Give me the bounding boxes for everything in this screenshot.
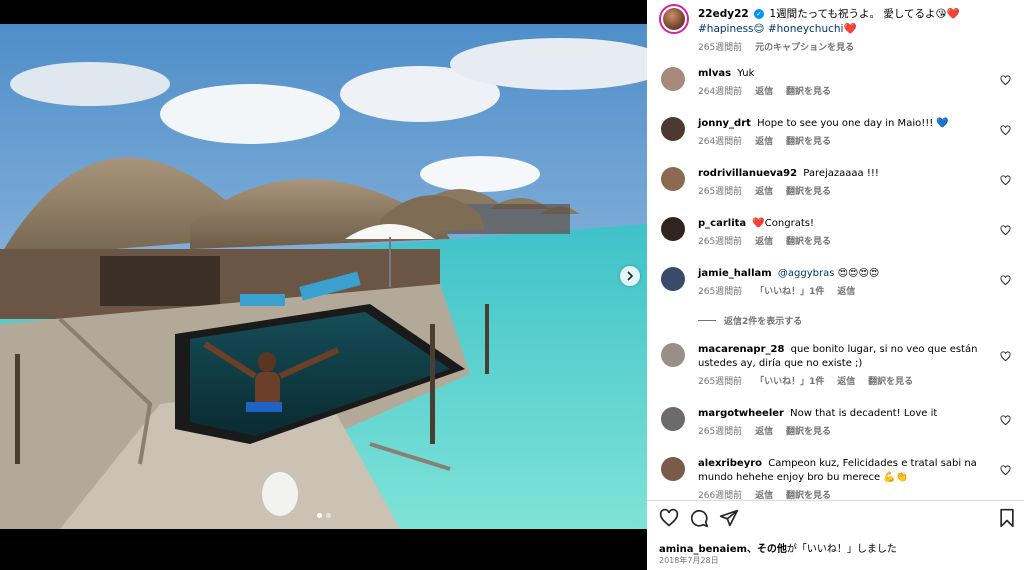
heart-icon [659,508,679,527]
avatar[interactable] [661,407,685,431]
see-translation-link[interactable]: 翻訳を見る [786,237,831,247]
likes-count-link[interactable]: 「いいね！」1件 [755,287,824,297]
action-bar [659,508,1017,530]
reply-button[interactable]: 返信 [755,187,773,197]
comment-text: Hope to see you one day in Maio!!! 💙 [757,118,949,129]
avatar[interactable] [661,167,685,191]
carousel-dot [316,513,322,518]
comment-time: 264週間前 [698,137,743,147]
reply-button[interactable]: 返信 [755,427,773,437]
side-panel: 22edy22 ✓ 1週間たっても祝うよ。 愛してるよ😘❤️ #hapiness… [647,0,1024,570]
carousel-dot [325,513,331,518]
comment-text: Yuk [737,68,755,79]
bookmark-icon [1000,508,1014,528]
save-button[interactable] [997,508,1017,528]
comment-like-button[interactable] [1000,461,1011,476]
comment-like-button[interactable] [1000,411,1011,426]
verified-icon: ✓ [754,9,765,19]
comment-username[interactable]: macarenapr_28 [698,344,784,355]
see-translation-link[interactable]: 翻訳を見る [786,137,831,147]
reply-button[interactable]: 返信 [837,287,855,297]
caption-text: 1週間たっても祝うよ。 愛してるよ😘❤️ [769,8,960,20]
reply-button[interactable]: 返信 [755,87,773,97]
comment-time: 265週間前 [698,237,743,247]
view-replies-label: 返信2件を表示する [724,317,803,327]
comment-time: 265週間前 [698,287,743,297]
comment-icon [690,509,709,528]
photo-pane [0,0,647,570]
comment-time: 265週間前 [698,427,743,437]
likes-summary[interactable]: amina_benaiem、その他が「いいね！」しました [659,540,897,555]
comment-like-button[interactable] [1000,221,1011,236]
avatar[interactable] [661,217,685,241]
comment-text: 😍😍😍😍 [837,268,880,279]
view-replies-button[interactable]: 返信2件を表示する [698,314,802,327]
like-button[interactable] [659,508,679,528]
heart-icon [1000,275,1011,286]
comment-time: 266週間前 [698,491,743,500]
likes-count-link[interactable]: 「いいね！」1件 [755,377,824,387]
comment-text: Parejazaaaa !!! [803,168,879,179]
comment-username[interactable]: alexribeyro [698,458,762,469]
heart-icon [1000,351,1011,362]
reply-button[interactable]: 返信 [755,137,773,147]
comment-like-button[interactable] [1000,171,1011,186]
post-photo[interactable] [0,24,647,529]
mention-link[interactable]: @aggybras [778,268,835,279]
divider [647,500,1024,501]
see-translation-link[interactable]: 翻訳を見る [786,491,831,500]
post-date: 2018年7月28日 [659,556,719,565]
reply-button[interactable]: 返信 [837,377,855,387]
hashtag-link[interactable]: #honeychuchi❤️ [768,23,857,35]
heart-icon [1000,465,1011,476]
chevron-right-icon [627,271,634,281]
likes-names[interactable]: amina_benaiem、その他 [659,544,787,555]
caption-username[interactable]: 22edy22 [698,8,749,20]
comment-like-button[interactable] [1000,121,1011,136]
comment-text: ❤️Congrats! [752,218,814,229]
comment-username[interactable]: rodrivillanueva92 [698,168,797,179]
see-translation-link[interactable]: 翻訳を見る [786,87,831,97]
comment-like-button[interactable] [1000,271,1011,286]
reply-button[interactable]: 返信 [755,491,773,500]
heart-icon [1000,125,1011,136]
comment-username[interactable]: mlvas [698,68,731,79]
comment-time: 265週間前 [698,377,743,387]
see-translation-link[interactable]: 翻訳を見る [786,187,831,197]
next-image-button[interactable] [620,266,640,286]
avatar[interactable] [661,267,685,291]
avatar[interactable] [661,67,685,91]
see-translation-link[interactable]: 翻訳を見る [786,427,831,437]
hashtag-link[interactable]: #hapiness😊 [698,23,764,35]
avatar[interactable] [659,4,689,34]
avatar[interactable] [661,343,685,367]
heart-icon [1000,175,1011,186]
replies-line [698,320,716,321]
comment-text: Now that is decadent! Love it [790,408,938,419]
comment-username[interactable]: jamie_hallam [698,268,772,279]
comment-like-button[interactable] [1000,71,1011,86]
comment-username[interactable]: margotwheeler [698,408,784,419]
reply-button[interactable]: 返信 [755,237,773,247]
comment-username[interactable]: p_carlita [698,218,746,229]
caption-time: 265週間前 [698,43,743,53]
comment-button[interactable] [689,508,709,528]
heart-icon [1000,415,1011,426]
avatar[interactable] [661,457,685,481]
see-translation-link[interactable]: 翻訳を見る [868,377,913,387]
share-button[interactable] [719,508,739,528]
carousel-dots [316,513,331,518]
likes-suffix: が「いいね！」しました [786,544,897,555]
avatar[interactable] [661,117,685,141]
comment-time: 265週間前 [698,187,743,197]
comment-like-button[interactable] [1000,347,1011,362]
see-original-link[interactable]: 元のキャプションを見る [755,43,854,53]
resort-photo-graphic [0,24,647,529]
comments-area[interactable]: 22edy22 ✓ 1週間たっても祝うよ。 愛してるよ😘❤️ #hapiness… [647,0,1024,500]
heart-icon [1000,75,1011,86]
heart-icon [1000,225,1011,236]
comment-username[interactable]: jonny_drt [698,118,751,129]
share-icon [719,509,739,527]
comment-time: 264週間前 [698,87,743,97]
